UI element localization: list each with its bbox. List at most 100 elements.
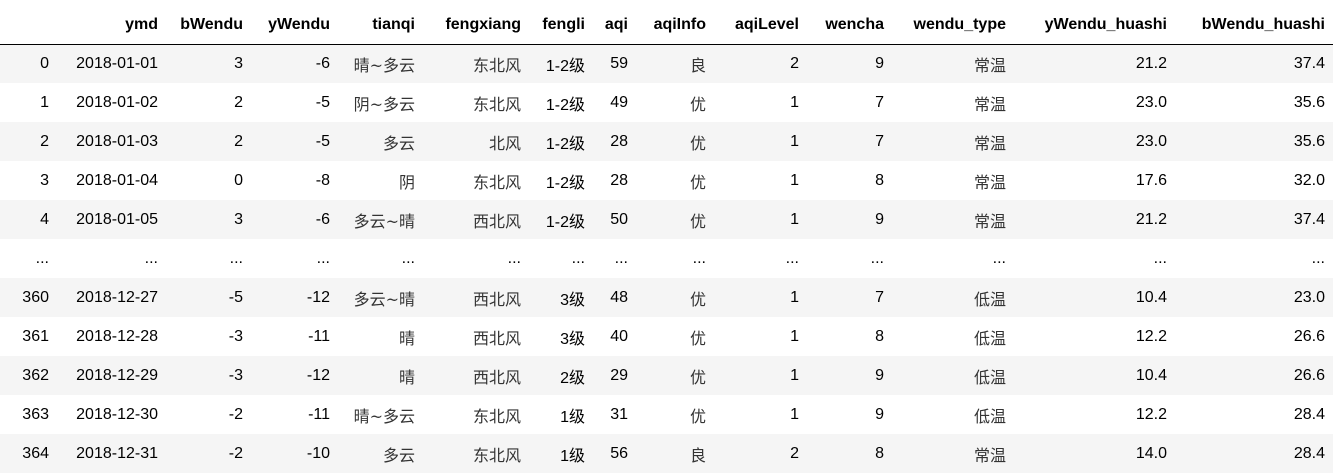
- table-row: 362 2018-12-29 -3 -12 晴 西北风 2级 29 优 1 9 低温 10.4 26.6: [0, 356, 1333, 395]
- cell-aqiinfo: 优: [689, 172, 706, 192]
- cell-ywendu: -5: [315, 93, 330, 111]
- row-index: 4: [40, 210, 49, 228]
- cell-bwendu-huashi: 28.4: [1293, 444, 1325, 462]
- cell-aqi: 40: [610, 327, 628, 345]
- cell-tianqi: 多云~晴: [353, 211, 415, 231]
- cell-bwendu: ...: [229, 249, 243, 267]
- cell-fengli: 1-2级: [545, 57, 585, 75]
- column-header: wencha: [807, 0, 892, 45]
- cell-aqilevel: 1: [790, 405, 799, 423]
- cell-aqiinfo: 优: [689, 289, 706, 309]
- cell-tianqi: 晴: [398, 328, 415, 348]
- cell-bwendu: 2: [234, 132, 243, 150]
- cell-ywendu-huashi: 23.0: [1135, 132, 1167, 150]
- cell-wencha: 9: [875, 405, 884, 423]
- cell-tianqi: 晴~多云: [353, 55, 415, 75]
- cell-tianqi: 多云: [382, 445, 415, 465]
- table-row: 3 2018-01-04 0 -8 阴 东北风 1-2级 28 优 1 8 常温 17.6 32.0: [0, 161, 1333, 200]
- cell-ywendu: -11: [308, 327, 330, 345]
- column-header: bWendu_huashi: [1175, 0, 1333, 45]
- cell-bwendu: -3: [228, 366, 243, 384]
- row-index: 2: [40, 132, 49, 150]
- cell-fengxiang: 西北风: [472, 289, 521, 309]
- cell-bwendu-huashi: 37.4: [1293, 54, 1325, 72]
- cell-ywendu: -11: [308, 405, 330, 423]
- cell-tianqi: 多云~晴: [353, 289, 415, 309]
- table-row: 363 2018-12-30 -2 -11 晴~多云 东北风 1级 31 优 1 9 低温 12.2 28…: [0, 395, 1333, 434]
- cell-fengli: 1-2级: [545, 96, 585, 114]
- cell-fengxiang: 东北风: [472, 445, 521, 465]
- column-header: fengxiang: [423, 0, 529, 45]
- cell-bwendu-huashi: 32.0: [1293, 171, 1325, 189]
- cell-wendu-type: ...: [992, 249, 1006, 267]
- cell-ywendu: -8: [315, 171, 330, 189]
- cell-ywendu: -12: [306, 366, 330, 384]
- row-index: 364: [22, 444, 49, 462]
- cell-fengxiang: 西北风: [472, 211, 521, 231]
- table-row: 2 2018-01-03 2 -5 多云 北风 1-2级 28 优 1 7 常温 23.0 35.6: [0, 122, 1333, 161]
- cell-aqiinfo: 优: [689, 328, 706, 348]
- header-row: ymd bWendu yWendu tianqi fengxiang fengli aqi a…: [0, 0, 1333, 45]
- column-header: fengli: [529, 0, 593, 45]
- cell-ywendu: -6: [315, 210, 330, 228]
- cell-fengxiang: 北风: [488, 133, 521, 153]
- cell-ywendu-huashi: ...: [1153, 249, 1167, 267]
- cell-fengli: 1级: [560, 408, 585, 426]
- cell-wencha: 7: [875, 132, 884, 150]
- cell-aqiinfo: ...: [692, 249, 706, 267]
- cell-aqilevel: 1: [790, 210, 799, 228]
- cell-wendu-type: 低温: [973, 406, 1006, 426]
- cell-tianqi: 晴: [398, 367, 415, 387]
- cell-aqiinfo: 良: [689, 55, 706, 75]
- cell-fengxiang: 东北风: [472, 406, 521, 426]
- cell-ywendu: -5: [315, 132, 330, 150]
- cell-aqiinfo: 优: [689, 133, 706, 153]
- table-row: 361 2018-12-28 -3 -11 晴 西北风 3级 40 优 1 8 低温 12.2 26.6: [0, 317, 1333, 356]
- cell-fengli: 1-2级: [545, 135, 585, 153]
- cell-fengli: 1-2级: [545, 174, 585, 192]
- cell-aqilevel: 1: [790, 93, 799, 111]
- index-header: [0, 0, 57, 45]
- column-header: tianqi: [338, 0, 423, 45]
- cell-wendu-type: 常温: [973, 94, 1006, 114]
- cell-ywendu-huashi: 12.2: [1135, 327, 1167, 345]
- row-index: 1: [40, 93, 49, 111]
- cell-ywendu-huashi: 21.2: [1135, 210, 1167, 228]
- cell-bwendu-huashi: 28.4: [1293, 405, 1325, 423]
- ellipsis-row: ........................................…: [0, 239, 1333, 278]
- cell-fengxiang: 东北风: [472, 172, 521, 192]
- cell-fengxiang: 西北风: [472, 328, 521, 348]
- cell-fengli: 1-2级: [545, 213, 585, 231]
- cell-ymd: 2018-12-31: [76, 444, 158, 462]
- column-header: ymd: [57, 0, 166, 45]
- column-header: aqiInfo: [636, 0, 714, 45]
- column-header: bWendu: [166, 0, 251, 45]
- cell-aqi: 56: [610, 444, 628, 462]
- cell-ywendu: -6: [315, 54, 330, 72]
- column-header: aqiLevel: [714, 0, 807, 45]
- cell-fengxiang: 东北风: [472, 55, 521, 75]
- cell-bwendu: 0: [234, 171, 243, 189]
- table-row: 4 2018-01-05 3 -6 多云~晴 西北风 1-2级 50 优 1 9 常温 21.2 37.4: [0, 200, 1333, 239]
- cell-fengli: ...: [571, 249, 585, 267]
- cell-bwendu: -5: [228, 288, 243, 306]
- cell-fengxiang: 东北风: [472, 94, 521, 114]
- cell-aqi: 49: [610, 93, 628, 111]
- cell-aqilevel: ...: [785, 249, 799, 267]
- cell-wencha: 9: [875, 54, 884, 72]
- cell-ymd: ...: [144, 249, 158, 267]
- cell-fengli: 3级: [560, 330, 585, 348]
- cell-bwendu-huashi: 35.6: [1293, 93, 1325, 111]
- cell-aqi: 59: [610, 54, 628, 72]
- table-row: 1 2018-01-02 2 -5 阴~多云 东北风 1-2级 49 优 1 7 常温 23.0 35.6: [0, 83, 1333, 122]
- cell-tianqi: 阴: [398, 172, 415, 192]
- cell-wendu-type: 低温: [973, 289, 1006, 309]
- cell-bwendu: 3: [234, 54, 243, 72]
- cell-ywendu-huashi: 10.4: [1135, 288, 1167, 306]
- cell-bwendu: 3: [234, 210, 243, 228]
- cell-ywendu-huashi: 14.0: [1135, 444, 1167, 462]
- cell-bwendu-huashi: ...: [1311, 249, 1325, 267]
- row-index: 3: [40, 171, 49, 189]
- cell-bwendu-huashi: 23.0: [1293, 288, 1325, 306]
- cell-ymd: 2018-01-04: [76, 171, 158, 189]
